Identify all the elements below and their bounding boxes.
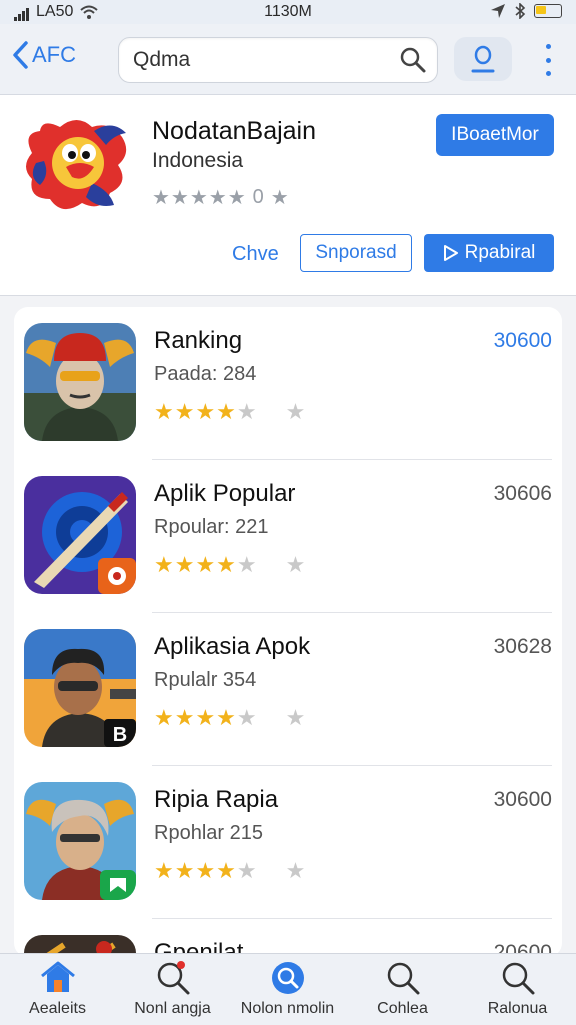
status-right-group [490, 3, 562, 19]
star-icon: ★ [285, 552, 307, 577]
profile-button[interactable] [454, 37, 512, 81]
star-rating: ★★★★★ ★ [154, 552, 306, 578]
star-half-icon: ★ [236, 399, 258, 424]
list-item[interactable]: Aplik Popular Rpoular: 221 ★★★★★ ★ 30606 [14, 460, 562, 613]
star-icon: ★★★★ [154, 399, 237, 424]
bluetooth-icon [515, 3, 526, 19]
play-action-button[interactable]: Rpabiral [424, 234, 554, 272]
star-half-icon: ★ [236, 858, 258, 883]
app-count: 30600 [493, 329, 552, 352]
rating-value: 0 [252, 186, 265, 208]
battery-icon [534, 4, 562, 18]
link-action-button[interactable]: Chve [232, 243, 279, 266]
back-button[interactable]: AFC [10, 40, 76, 70]
chevron-left-icon [13, 41, 28, 69]
star-icon: ★ [285, 399, 307, 424]
star-icon: ★★★★ [154, 858, 237, 883]
tab-label: Nolon nmolin [240, 1000, 335, 1017]
app-count: 30606 [493, 482, 552, 505]
outline-action-button[interactable]: Snporasd [300, 234, 412, 272]
app-name: Ripia Rapia [154, 786, 279, 813]
search-icon[interactable] [399, 46, 427, 74]
back-label: AFC [32, 42, 76, 67]
search-icon [271, 962, 304, 994]
home-icon [40, 961, 75, 992]
star-rating: ★★★★★ ★ [154, 858, 306, 884]
list-item[interactable]: Ranking Paada: 284 ★★★★★ ★ 30600 [14, 307, 562, 460]
app-name: Ranking [154, 327, 243, 354]
tab-search-3[interactable]: Cohlea [345, 954, 460, 1025]
tab-bar: Aealeits Nonl angja Nolon nmolin Cohlea … [0, 953, 576, 1025]
list-item[interactable]: Gpenilat 20600 [14, 919, 562, 957]
app-count: 30628 [493, 635, 552, 658]
search-icon [502, 962, 534, 995]
soldier-app-icon [24, 323, 136, 441]
bat-target-app-icon [24, 476, 136, 594]
user-icon [471, 45, 495, 73]
kebab-dot-icon [545, 44, 551, 49]
rating-stars-icon: ★★★★★ [152, 187, 247, 209]
svg-text:B: B [113, 724, 127, 746]
tab-search-active[interactable]: Nolon nmolin [230, 954, 345, 1025]
star-rating: ★★★★★ ★ [154, 399, 306, 425]
play-action-label: Rpabiral [464, 242, 536, 263]
star-half-icon: ★ [236, 705, 258, 730]
nav-bar: AFC Qdma [0, 24, 576, 95]
star-icon: ★ [285, 858, 307, 883]
tab-label: Ralonua [487, 1000, 548, 1017]
status-bar: LA50 1130M [0, 0, 576, 24]
featured-app-card: NodatanBajain Indonesia ★★★★★ 0 ★ IBoaet… [0, 95, 576, 296]
search-input[interactable]: Qdma [118, 37, 438, 83]
app-name: Aplik Popular [154, 480, 296, 507]
app-name: Aplikasia Apok [154, 633, 311, 660]
star-icon: ★ [285, 705, 307, 730]
kebab-dot-icon [545, 57, 551, 63]
location-icon [491, 4, 505, 18]
app-meta: Rpohlar 215 [154, 822, 263, 844]
app-list: Ranking Paada: 284 ★★★★★ ★ 30600 Aplik Po… [14, 307, 562, 957]
featured-app-title: NodatanBajain [152, 117, 317, 145]
tab-home[interactable]: Aealeits [0, 954, 115, 1025]
tab-label: Nonl angja [134, 1000, 211, 1017]
search-icon [157, 961, 189, 995]
featured-app-subtitle: Indonesia [152, 149, 244, 172]
play-icon [443, 245, 458, 261]
app-meta: Rpoular: 221 [154, 516, 269, 538]
tab-search-4[interactable]: Ralonua [460, 954, 575, 1025]
star-icon: ★★★★ [154, 552, 237, 577]
more-menu-button[interactable] [538, 44, 558, 76]
star-icon: ★ [270, 187, 290, 209]
list-item[interactable]: Ripia Rapia Rpohlar 215 ★★★★★ ★ 30600 [14, 766, 562, 919]
primary-action-button[interactable]: IBoaetMor [436, 114, 554, 156]
search-icon [387, 962, 419, 995]
featured-app-rating: ★★★★★ 0 ★ [152, 185, 290, 210]
bird-mascot-logo [26, 120, 127, 210]
tab-label: Cohlea [377, 1000, 428, 1017]
tab-search-1[interactable]: Nonl angja [115, 954, 230, 1025]
star-half-icon: ★ [236, 552, 258, 577]
hero-app-icon [24, 782, 136, 900]
star-icon: ★★★★ [154, 705, 237, 730]
app-meta: Paada: 284 [154, 363, 257, 385]
search-value: Qdma [133, 48, 191, 71]
shooter-app-icon: B [24, 629, 136, 747]
app-meta: Rpulalr 354 [154, 669, 257, 691]
star-rating: ★★★★★ ★ [154, 705, 306, 731]
tab-label: Aealeits [29, 1000, 86, 1017]
app-count: 30600 [493, 788, 552, 811]
kebab-dot-icon [545, 71, 551, 76]
list-item[interactable]: B Aplikasia Apok Rpulalr 354 ★★★★★ ★ 3062… [14, 613, 562, 766]
